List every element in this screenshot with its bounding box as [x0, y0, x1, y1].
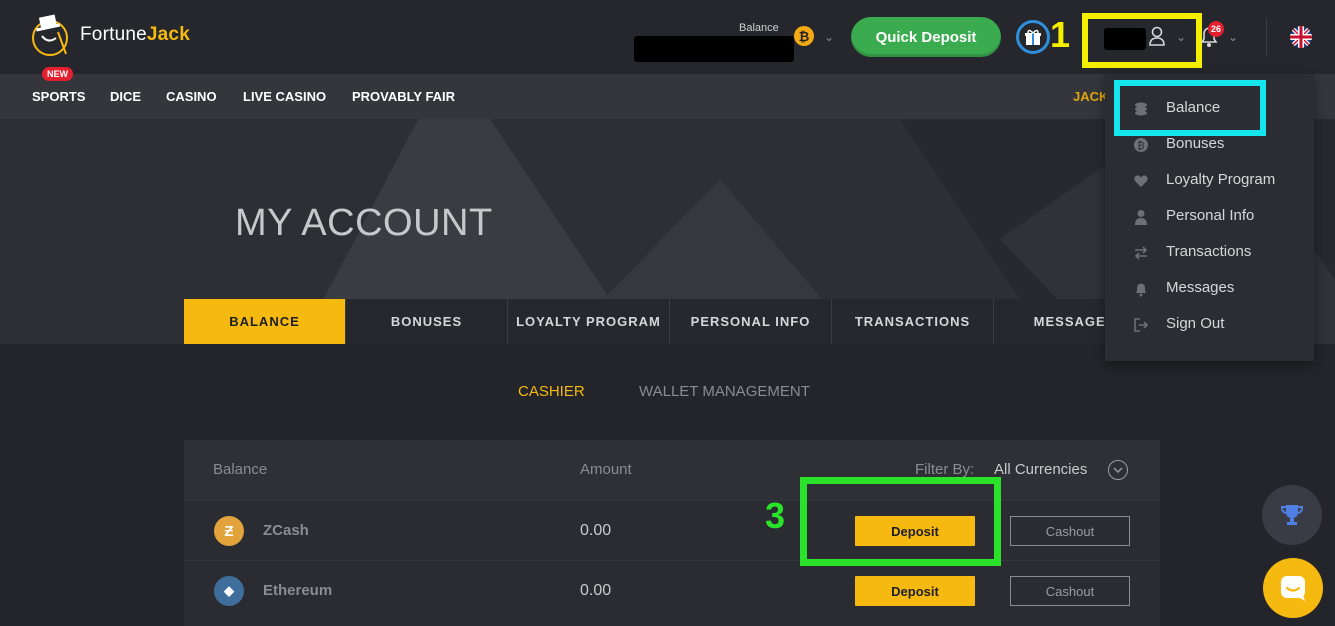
- header-divider: [1266, 18, 1267, 56]
- table-row: Ƶ ZCash 0.00 Deposit Cashout: [184, 500, 1160, 560]
- deposit-button[interactable]: Deposit: [855, 576, 975, 606]
- nav-dice[interactable]: DICE: [110, 89, 141, 104]
- nav-casino[interactable]: CASINO: [166, 89, 217, 104]
- balance-value-redacted: [634, 36, 794, 62]
- coin-amount: 0.00: [580, 582, 612, 599]
- chevron-down-icon[interactable]: ⌄: [824, 30, 834, 44]
- table-header: Balance Amount Filter By: All Currencies: [184, 440, 1160, 500]
- table-row: ◆ Ethereum 0.00 Deposit Cashout: [184, 560, 1160, 620]
- bitcoin-icon[interactable]: ₿: [794, 26, 814, 46]
- sign-out-icon: [1134, 318, 1149, 332]
- filter-chevron-icon[interactable]: [1108, 460, 1128, 480]
- logo-mark-icon: [32, 14, 68, 56]
- nav-live-casino[interactable]: LIVE CASINO: [243, 89, 326, 104]
- coin-name: ZCash: [263, 522, 309, 539]
- subtab-cashier[interactable]: CASHIER: [518, 383, 585, 400]
- annotation-number-1: 1: [1050, 14, 1071, 55]
- trophy-button[interactable]: [1262, 485, 1322, 545]
- page-title: MY ACCOUNT: [235, 202, 493, 244]
- tab-balance[interactable]: BALANCE: [184, 299, 346, 344]
- dropdown-item-label: Loyalty Program: [1166, 171, 1276, 188]
- dropdown-item-loyalty-program[interactable]: Loyalty Program: [1105, 163, 1314, 199]
- account-tabs: BALANCE BONUSES LOYALTY PROGRAM PERSONAL…: [184, 299, 1156, 344]
- balance-table: Balance Amount Filter By: All Currencies…: [184, 440, 1160, 626]
- uk-flag-icon[interactable]: [1290, 26, 1312, 48]
- dropdown-item-transactions[interactable]: Transactions: [1105, 235, 1314, 271]
- tab-transactions[interactable]: TRANSACTIONS: [832, 299, 994, 344]
- dropdown-item-label: Transactions: [1166, 243, 1252, 260]
- dropdown-balance-highlight: [1114, 80, 1266, 136]
- chat-icon: [1281, 576, 1305, 601]
- coin-name: Ethereum: [263, 582, 333, 599]
- cashout-button[interactable]: Cashout: [1010, 576, 1130, 606]
- chat-button[interactable]: [1263, 558, 1323, 618]
- quick-deposit-button[interactable]: Quick Deposit: [851, 17, 1001, 57]
- annotation-number-3: 3: [765, 495, 786, 536]
- bitcoin-icon: ₿: [1134, 138, 1148, 152]
- user-chevron-down-icon[interactable]: ⌄: [1176, 30, 1186, 44]
- nav-sports[interactable]: SPORTS: [32, 89, 85, 104]
- arrows-icon: [1134, 246, 1148, 260]
- gift-glyph-icon: [1025, 29, 1041, 45]
- svg-text:₿: ₿: [1137, 140, 1144, 152]
- user-icon[interactable]: [1148, 26, 1166, 46]
- ethereum-icon: ◆: [214, 576, 244, 606]
- filter-label: Filter By:: [915, 461, 975, 478]
- gift-icon[interactable]: [1016, 20, 1050, 54]
- balance-label: Balance: [739, 22, 779, 34]
- new-badge: NEW: [42, 67, 73, 81]
- tab-bonuses[interactable]: BONUSES: [346, 299, 508, 344]
- dropdown-item-label: Sign Out: [1166, 315, 1225, 332]
- dropdown-item-personal-info[interactable]: Personal Info: [1105, 199, 1314, 235]
- tab-personal-info[interactable]: PERSONAL INFO: [670, 299, 832, 344]
- username-redacted[interactable]: [1104, 28, 1146, 50]
- cashout-button[interactable]: Cashout: [1010, 516, 1130, 546]
- fortunejack-logo[interactable]: FortuneJack: [30, 10, 190, 60]
- person-icon: [1135, 210, 1147, 225]
- zcash-icon: Ƶ: [214, 516, 244, 546]
- notification-badge: 26: [1208, 21, 1224, 37]
- tab-loyalty-program[interactable]: LOYALTY PROGRAM: [508, 299, 670, 344]
- nav-jackpot[interactable]: JACK: [1073, 89, 1108, 104]
- logo-text: FortuneJack: [80, 24, 190, 45]
- col-balance: Balance: [213, 461, 268, 478]
- dropdown-item-sign-out[interactable]: Sign Out: [1105, 307, 1314, 343]
- dropdown-item-label: Personal Info: [1166, 207, 1255, 224]
- bell-icon: [1136, 283, 1146, 297]
- trophy-icon: [1280, 505, 1304, 525]
- dropdown-item-messages[interactable]: Messages: [1105, 271, 1314, 307]
- dropdown-item-label: Bonuses: [1166, 135, 1225, 152]
- deposit-highlight: [800, 477, 1001, 566]
- bell-chevron-down-icon[interactable]: ⌄: [1228, 30, 1238, 44]
- col-amount: Amount: [580, 461, 632, 478]
- coin-amount: 0.00: [580, 522, 612, 539]
- nav-provably-fair[interactable]: PROVABLY FAIR: [352, 89, 455, 104]
- heart-icon: [1134, 175, 1148, 187]
- dropdown-item-label: Messages: [1166, 279, 1235, 296]
- subtab-wallet-management[interactable]: WALLET MANAGEMENT: [639, 383, 810, 400]
- currency-filter[interactable]: All Currencies: [994, 461, 1087, 478]
